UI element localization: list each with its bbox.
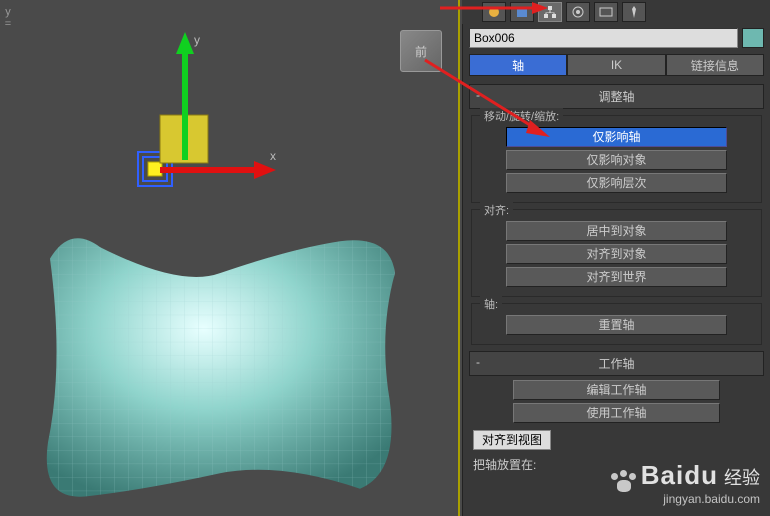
affect-hierarchy-only-button[interactable]: 仅影响层次 [506,173,728,193]
object-name-field[interactable]: Box006 [469,28,738,48]
tab-motion-icon[interactable] [566,2,590,22]
watermark-cn: 经验 [724,468,760,488]
group-align-label: 对齐: [480,202,513,218]
ik-mode-button[interactable]: IK [567,54,665,76]
align-to-world-button[interactable]: 对齐到世界 [506,267,728,287]
tab-display-icon[interactable] [594,2,618,22]
axis-y-label: y [194,33,200,47]
tab-create-icon[interactable] [482,2,506,22]
group-move-rotate-scale: 移动/旋转/缩放: 仅影响轴 仅影响对象 仅影响层次 [471,115,762,203]
link-info-mode-button[interactable]: 链接信息 [666,54,764,76]
viewport[interactable]: y= y x 前 [0,0,460,516]
align-to-view-button[interactable]: 对齐到视图 [473,430,551,450]
center-to-object-button[interactable]: 居中到对象 [506,221,728,241]
axis-x-label: x [270,149,276,163]
rollout-adjust-pivot-header[interactable]: 调整轴 [469,84,764,109]
align-to-object-button[interactable]: 对齐到对象 [506,244,728,264]
transform-gizmo[interactable]: y x [100,30,280,210]
group-pivot-label: 轴: [480,296,502,312]
group-alignment: 对齐: 居中到对象 对齐到对象 对齐到世界 [471,209,762,297]
affect-pivot-only-button[interactable]: 仅影响轴 [506,127,728,147]
reset-pivot-button[interactable]: 重置轴 [506,315,728,335]
pillow-mesh[interactable] [30,220,410,510]
group-pivot: 轴: 重置轴 [471,303,762,345]
rollout-working-pivot-header[interactable]: 工作轴 [469,351,764,376]
edit-working-pivot-button[interactable]: 编辑工作轴 [513,380,720,400]
command-panel-tabs [462,0,770,24]
tab-hierarchy-icon[interactable] [538,2,562,22]
watermark-brand: Baidu [641,460,718,490]
y-marker: y= [0,0,16,30]
viewcube[interactable]: 前 [400,30,442,72]
tab-utilities-icon[interactable] [622,2,646,22]
watermark-url: jingyan.baidu.com [611,492,760,506]
tab-modify-icon[interactable] [510,2,534,22]
affect-object-only-button[interactable]: 仅影响对象 [506,150,728,170]
use-working-pivot-button[interactable]: 使用工作轴 [513,403,720,423]
pivot-mode-button[interactable]: 轴 [469,54,567,76]
paw-icon [611,470,637,492]
object-color-swatch[interactable] [742,28,764,48]
group-move-label: 移动/旋转/缩放: [480,108,563,124]
watermark: Baidu 经验 jingyan.baidu.com [611,460,760,506]
hierarchy-panel: Box006 轴 IK 链接信息 调整轴 移动/旋转/缩放: 仅影响轴 仅影响对… [462,24,770,516]
